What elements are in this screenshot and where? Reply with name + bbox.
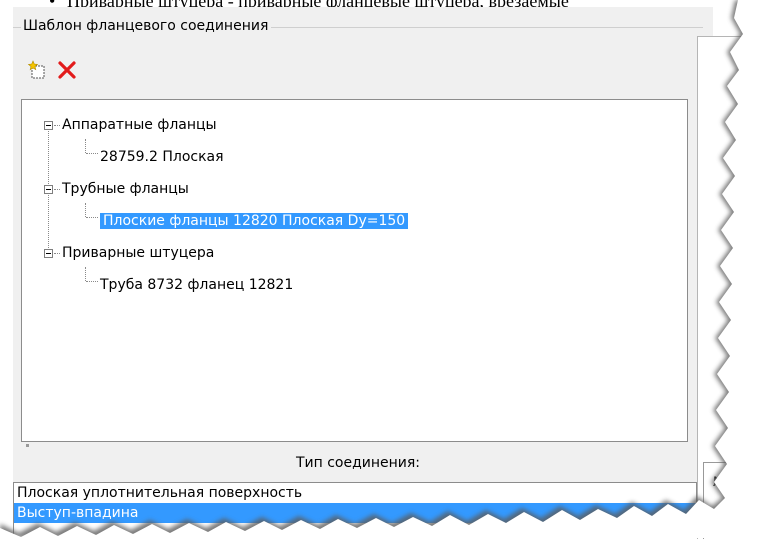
collapse-toggle[interactable] [44,249,53,258]
tree-group-apparatus[interactable]: Аппаратные фланцы [62,115,217,135]
list-item-selected[interactable]: Выступ-впадина [14,503,696,523]
collapse-toggle[interactable] [44,121,53,130]
tree-connector [86,281,98,282]
tree-connector [54,253,60,254]
tree-connector [85,203,86,217]
connection-type-list[interactable]: Плоская уплотнительная поверхность Высту… [13,482,697,538]
add-template-button[interactable] [27,59,49,81]
splitter-handle[interactable] [26,444,29,447]
tree-group-pipe[interactable]: Трубные фланцы [62,179,189,199]
tree-connector [85,139,86,153]
right-box-text: № [713,475,727,490]
group-title: Шаблон фланцевого соединения [21,16,272,36]
tree-item[interactable]: 28759.2 Плоская [100,147,224,167]
flange-template-dialog: Шаблон фланцевого соединения Аппаратные … [13,7,713,538]
right-box: № [703,462,769,539]
tree-connector [54,125,60,126]
tree-connector [86,217,98,218]
tree-item[interactable]: Труба 8732 фланец 12821 [100,275,293,295]
delete-template-button[interactable] [56,59,78,81]
tree-group-welded[interactable]: Приварные штуцера [62,243,214,263]
new-item-icon [27,60,45,79]
collapse-toggle[interactable] [44,185,53,194]
selected-item-label: Плоские фланцы 12820 Плоская Dy=150 [100,213,409,229]
tree-connector [86,153,98,154]
tree-connector [85,267,86,281]
connection-type-label: Тип соединения: [295,455,421,471]
delete-x-icon [58,61,76,79]
template-tree[interactable]: Аппаратные фланцы 28759.2 Плоская Трубны… [21,99,688,442]
tree-connector [54,189,60,190]
list-item[interactable]: Плоская уплотнительная поверхность [14,483,696,503]
tree-item-selected[interactable]: Плоские фланцы 12820 Плоская Dy=150 [100,211,409,231]
